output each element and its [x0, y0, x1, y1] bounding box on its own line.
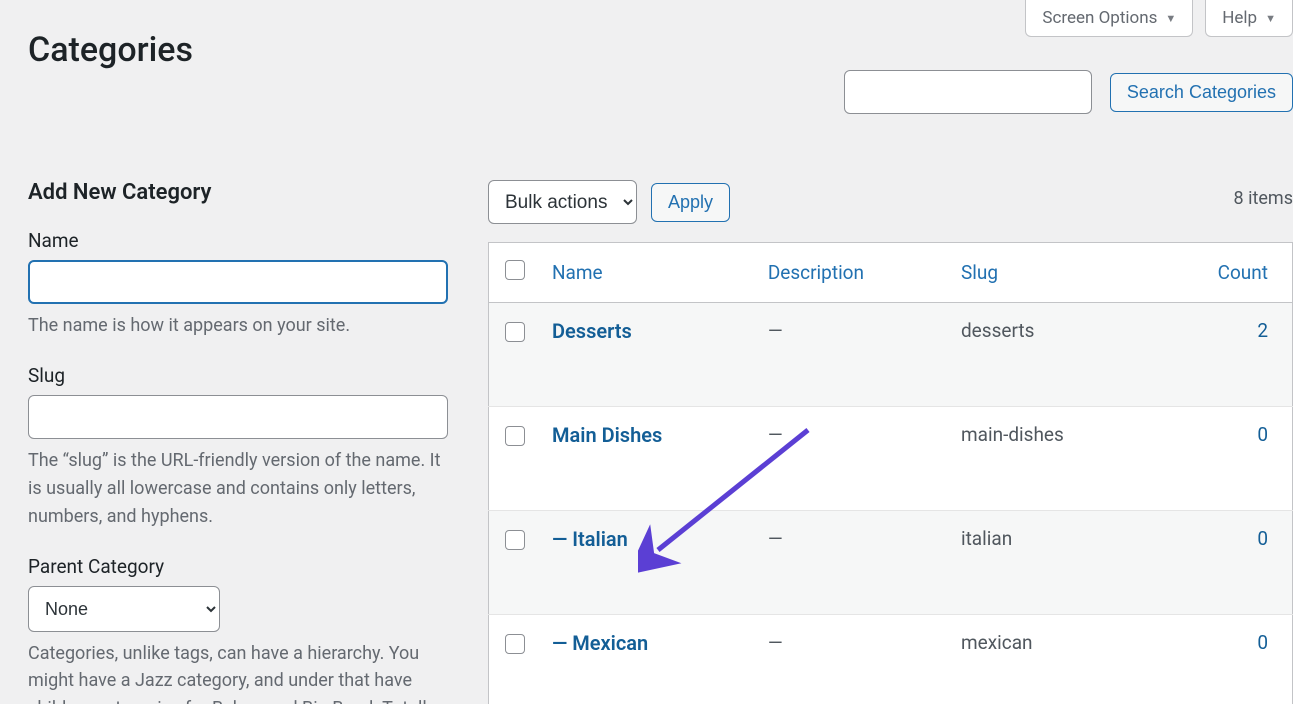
help-label: Help: [1222, 8, 1257, 28]
search-categories-button[interactable]: Search Categories: [1110, 73, 1293, 112]
apply-button[interactable]: Apply: [651, 183, 730, 222]
category-name-link[interactable]: — Mexican: [552, 631, 648, 655]
category-name-link[interactable]: Main Dishes: [552, 423, 662, 447]
name-help-text: The name is how it appears on your site.: [28, 312, 446, 340]
category-description: —: [756, 407, 949, 511]
search-input[interactable]: [844, 70, 1092, 114]
category-name: Desserts: [552, 319, 632, 343]
item-count: 8 items: [1234, 188, 1293, 209]
table-row: Main Dishes —main-dishes 0: [489, 407, 1293, 511]
slug-field-label: Slug: [28, 364, 448, 387]
category-count-link[interactable]: 2: [1257, 319, 1268, 342]
add-new-category-heading: Add New Category: [28, 180, 448, 205]
select-all-checkbox[interactable]: [505, 260, 525, 280]
row-checkbox[interactable]: [505, 322, 525, 342]
screen-options-label: Screen Options: [1042, 8, 1157, 28]
name-input[interactable]: [28, 260, 448, 304]
category-count-link[interactable]: 0: [1257, 631, 1268, 654]
row-checkbox[interactable]: [505, 530, 525, 550]
slug-input[interactable]: [28, 395, 448, 439]
row-checkbox[interactable]: [505, 634, 525, 654]
hierarchy-prefix: —: [552, 631, 572, 655]
category-name: Mexican: [572, 631, 648, 655]
category-count-link[interactable]: 0: [1257, 527, 1268, 550]
category-name-link[interactable]: — Italian: [552, 527, 628, 551]
category-slug: mexican: [949, 615, 1153, 704]
bulk-actions-select[interactable]: Bulk actions: [488, 180, 637, 224]
name-field-label: Name: [28, 229, 448, 252]
column-header-count[interactable]: Count: [1153, 243, 1293, 303]
categories-table: Name Description Slug Count Desserts—des…: [488, 242, 1293, 704]
category-name-link[interactable]: Desserts: [552, 319, 632, 343]
screen-options-tab[interactable]: Screen Options ▼: [1025, 0, 1193, 37]
category-description: —: [756, 511, 949, 615]
chevron-down-icon: ▼: [1165, 12, 1176, 25]
category-description: —: [756, 615, 949, 704]
category-count-link[interactable]: 0: [1257, 423, 1268, 446]
column-header-name[interactable]: Name: [540, 243, 756, 303]
table-row: — Italian—italian0: [489, 511, 1293, 615]
category-slug: desserts: [949, 303, 1153, 407]
parent-category-label: Parent Category: [28, 555, 448, 578]
column-header-slug[interactable]: Slug: [949, 243, 1153, 303]
parent-category-select[interactable]: None: [28, 586, 220, 632]
chevron-down-icon: ▼: [1265, 12, 1276, 25]
slug-help-text: The “slug” is the URL-friendly version o…: [28, 447, 446, 531]
category-description: —: [756, 303, 949, 407]
table-row: — Mexican—mexican0: [489, 615, 1293, 704]
category-slug: main-dishes: [949, 407, 1153, 511]
parent-help-text: Categories, unlike tags, can have a hier…: [28, 640, 446, 704]
table-row: Desserts —desserts 2: [489, 303, 1293, 407]
category-name: Main Dishes: [552, 423, 662, 447]
help-tab[interactable]: Help ▼: [1205, 0, 1293, 37]
category-slug: italian: [949, 511, 1153, 615]
row-checkbox[interactable]: [505, 426, 525, 446]
hierarchy-prefix: —: [552, 527, 572, 551]
column-header-description[interactable]: Description: [756, 243, 949, 303]
category-name: Italian: [572, 527, 628, 551]
